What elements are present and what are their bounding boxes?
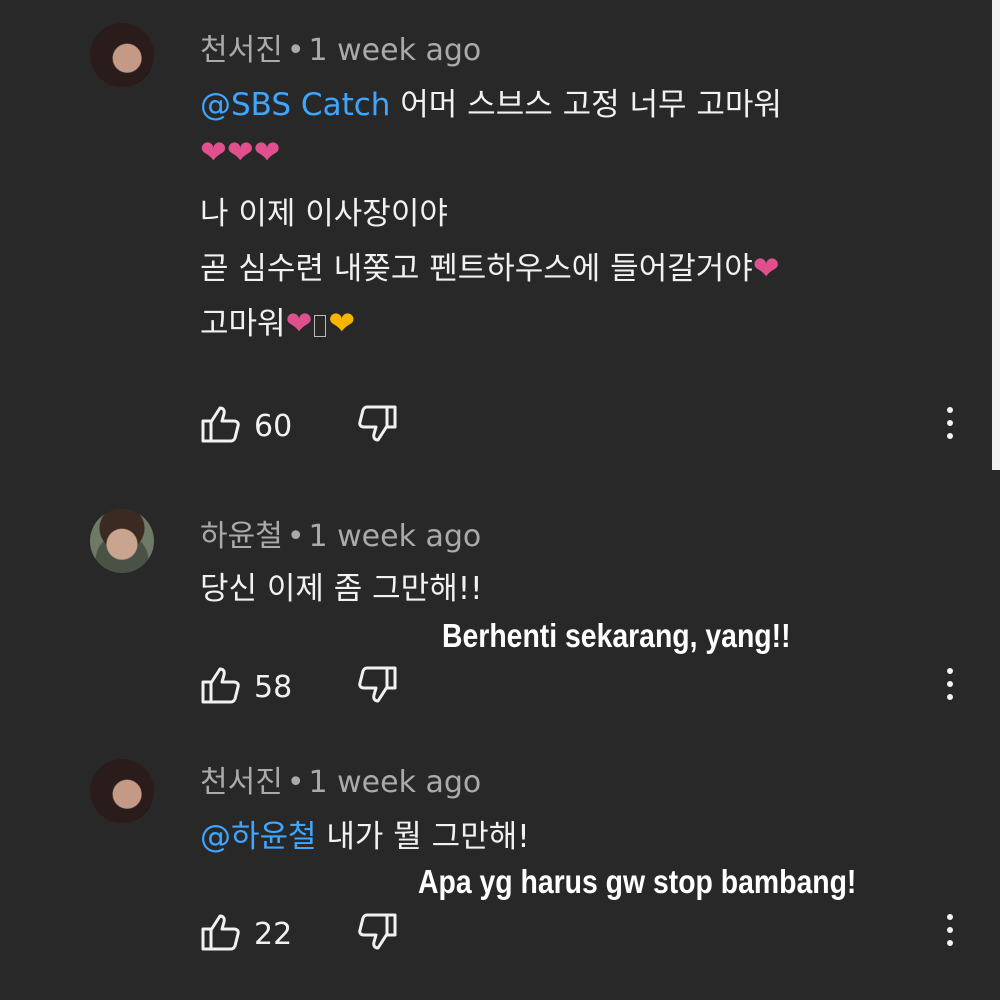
like-count: 58 [254, 669, 293, 705]
heart-icon: ❤ [752, 249, 780, 287]
thumb-down-icon[interactable] [356, 912, 398, 956]
comment-actions: 22 [200, 912, 398, 956]
comment-text-line: @SBS Catch 어머 스브스 고정 너무 고마워 [200, 79, 782, 124]
comment-meta: 천서진 • 1 week ago [200, 25, 481, 69]
comment-time: 1 week ago [308, 765, 482, 800]
heart-icon: ❤ [253, 133, 281, 171]
comment-meta: 천서진 • 1 week ago [200, 757, 481, 801]
comment-text: 곧 심수련 내쫒고 펜트하우스에 들어갈거야 [200, 251, 753, 287]
comment-text-line: ❤❤❤ [200, 133, 280, 171]
comment-text-line: 고마워❤ ❤ [200, 298, 355, 343]
comment-author[interactable]: 천서진 [200, 33, 283, 68]
thumb-down-icon[interactable] [356, 665, 398, 709]
comment-text-line: 곧 심수련 내쫒고 펜트하우스에 들어갈거야❤ [200, 243, 780, 288]
heart-icon: ❤ [285, 304, 313, 342]
subtitle-caption: Apa yg harus gw stop bambang! [418, 863, 857, 900]
comment-author[interactable]: 천서진 [200, 765, 283, 800]
comment-actions: 60 [200, 404, 398, 448]
thumb-up-icon[interactable] [200, 912, 242, 956]
comment-text: 내가 뭘 그만해! [316, 819, 530, 855]
like-count: 22 [254, 916, 293, 952]
subtitle-caption: Berhenti sekarang, yang!! [442, 617, 791, 654]
avatar[interactable] [90, 759, 154, 823]
more-vert-icon[interactable] [943, 668, 957, 700]
comment-text-line: 나 이제 이사장이야 [200, 196, 448, 232]
avatar[interactable] [90, 23, 154, 87]
gold-heart-icon: ❤ [328, 304, 356, 342]
more-vert-icon[interactable] [943, 914, 957, 946]
comment-text-line: 당신 이제 좀 그만해!! [200, 571, 483, 607]
separator-dot: • [286, 765, 305, 800]
more-vert-icon[interactable] [943, 407, 957, 439]
comment-text-line: @하윤철 내가 뭘 그만해! [200, 811, 530, 856]
thumb-down-icon[interactable] [356, 404, 398, 448]
missing-glyph-icon [314, 314, 327, 337]
comment-author[interactable]: 하윤철 [200, 519, 283, 554]
thumb-up-icon[interactable] [200, 665, 242, 709]
comment-time: 1 week ago [308, 33, 482, 68]
avatar[interactable] [90, 509, 154, 573]
comment-meta: 하윤철 • 1 week ago [200, 511, 481, 555]
thumb-up-icon[interactable] [200, 404, 242, 448]
separator-dot: • [286, 519, 305, 554]
comment-actions: 58 [200, 665, 398, 709]
like-count: 60 [254, 408, 293, 444]
heart-icon: ❤ [200, 133, 227, 171]
mention-link[interactable]: @하윤철 [200, 819, 317, 855]
separator-dot: • [286, 33, 305, 68]
comment-time: 1 week ago [308, 519, 482, 554]
comment-text: 고마워 [200, 306, 286, 342]
scrollbar-track[interactable] [992, 0, 1000, 470]
mention-link[interactable]: @SBS Catch [200, 87, 390, 123]
heart-icon: ❤ [226, 133, 254, 171]
comment-text: 어머 스브스 고정 너무 고마워 [390, 87, 782, 123]
